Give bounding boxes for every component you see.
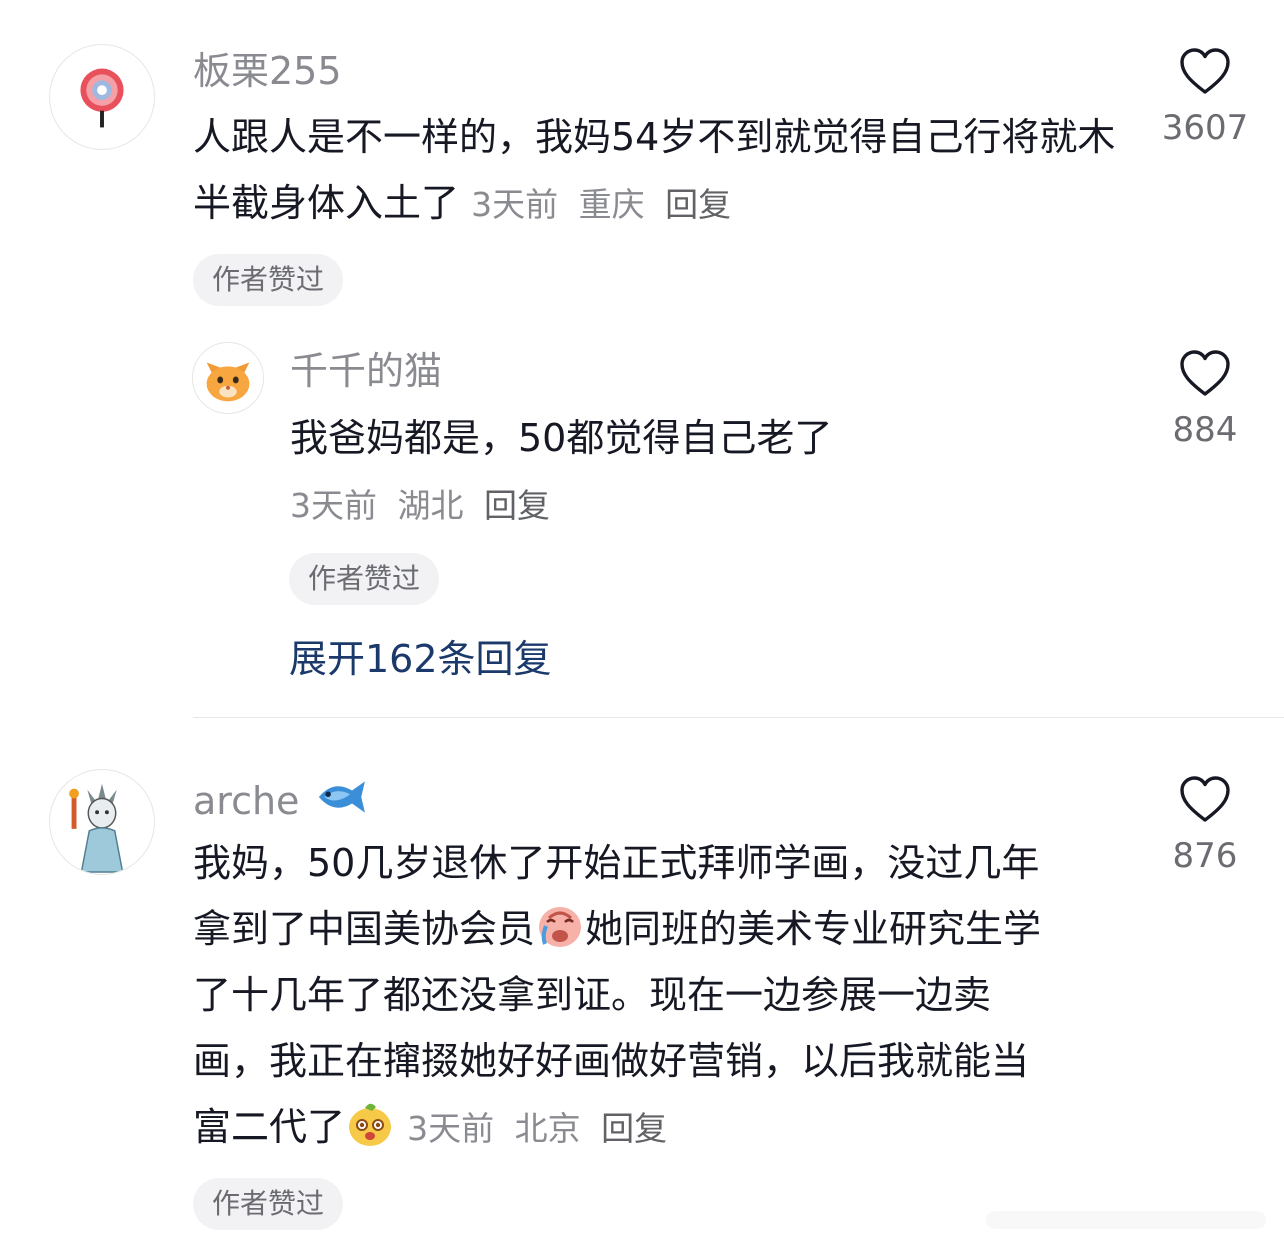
reply-button[interactable]: 回复 — [484, 486, 550, 525]
like-button[interactable]: 876 — [1150, 776, 1260, 876]
comment-line: 画，我正在撺掇她好好画做好营销，以后我就能当 — [193, 1039, 1030, 1083]
comment-text: 我妈，50几岁退休了开始正式拜师学画，没过几年 拿到了中国美协会员 她同班的美术… — [193, 830, 1143, 1162]
comment-time: 3天前 — [407, 1109, 495, 1148]
comment-line: 富二代了 3天前 北京 回复 — [193, 1094, 1143, 1162]
author-liked-badge: 作者赞过 — [289, 553, 440, 605]
heart-icon — [1180, 48, 1230, 94]
author-liked-badge: 作者赞过 — [193, 1178, 344, 1230]
divider — [193, 717, 1284, 718]
watermark-logo — [986, 1211, 1266, 1229]
expand-replies-button[interactable]: 展开162条回复 — [289, 636, 552, 682]
like-count: 876 — [1172, 836, 1238, 876]
heart-icon — [1180, 776, 1230, 822]
comment-text: 人跟人是不一样的，我妈54岁不到就觉得自己行将就木半截身体入土了 3天前 重庆 … — [193, 104, 1123, 238]
comment-time: 3天前 — [290, 486, 377, 525]
crying-emoji-icon — [539, 907, 582, 947]
comment-time: 3天前 — [471, 185, 559, 224]
reply-button[interactable]: 回复 — [601, 1109, 667, 1148]
author-liked-badge: 作者赞过 — [193, 254, 344, 306]
lollipop-avatar-icon — [80, 68, 124, 128]
comment-meta: 3天前 北京 回复 — [407, 1109, 677, 1148]
comment-username[interactable]: arche — [193, 774, 370, 824]
like-button[interactable]: 884 — [1150, 350, 1260, 450]
comment-meta: 3天前 重庆 回复 — [471, 185, 741, 224]
comment-username[interactable]: 千千的猫 — [290, 348, 442, 394]
comment-line: 拿到了中国美协会员 她同班的美术专业研究生学 — [193, 896, 1143, 962]
comment-line: 了十几年了都还没拿到证。现在一边参展一边卖 — [193, 973, 992, 1017]
like-count: 3607 — [1161, 108, 1249, 148]
statue-of-liberty-avatar-icon — [69, 783, 124, 873]
heart-icon — [1180, 350, 1230, 396]
avatar[interactable] — [49, 769, 155, 875]
like-count: 884 — [1172, 410, 1238, 450]
avatar[interactable] — [192, 342, 264, 414]
comment-location: 重庆 — [578, 185, 645, 224]
avatar[interactable] — [49, 44, 155, 150]
comment-meta: 3天前 湖北 回复 — [290, 486, 560, 526]
cat-face-avatar-icon — [206, 362, 250, 402]
happy-face-emoji-icon — [349, 1103, 392, 1146]
comment-line-part: 富二代了 — [193, 1105, 346, 1149]
comment-line: 我妈，50几岁退休了开始正式拜师学画，没过几年 — [193, 841, 1040, 885]
username-text: arche — [193, 779, 300, 823]
comment-line-part: 她同班的美术专业研究生学 — [585, 907, 1042, 951]
comment-username[interactable]: 板栗255 — [193, 48, 342, 94]
comment-location: 湖北 — [397, 486, 464, 525]
like-button[interactable]: 3607 — [1150, 48, 1260, 148]
comment-line-part: 拿到了中国美协会员 — [193, 907, 536, 951]
fish-icon — [318, 781, 365, 813]
reply-button[interactable]: 回复 — [665, 185, 731, 224]
comment-body: 我爸妈都是，50都觉得自己老了 — [290, 416, 833, 460]
comment-location: 北京 — [514, 1109, 581, 1148]
